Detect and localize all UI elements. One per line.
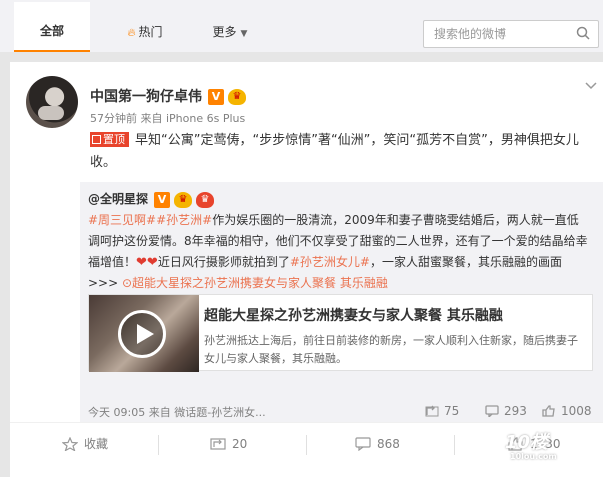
search-placeholder: 搜索他的微博 [434,27,507,41]
repost-icon [210,438,226,450]
video-card[interactable]: 超能大星探之孙艺洲携妻女与家人聚餐 其乐融融 孙艺洲抵达上海后，前往日前装修的新… [88,294,593,372]
favorite-button[interactable]: 收藏 [62,437,108,451]
author-name[interactable]: 中国第一狗仔卓伟 [90,89,202,105]
repost-icon [425,405,439,417]
tab-hot[interactable]: 🔥︎ 热门 [110,0,180,52]
chevron-down-icon: ▼ [240,29,248,39]
post-text: 置顶 早知“公寓”定莺俦，“步步惊情”著“仙洲”，笑问“孤芳不自赏”，男神俱把女儿… [90,130,590,174]
topic-link[interactable]: #孙艺洲# [156,213,212,227]
tab-hot-label: 热门 [138,25,163,39]
post-body: 早知“公寓”定莺俦，“步步惊情”著“仙洲”，笑问“孤芳不自赏”，男神俱把女儿收。 [90,133,579,170]
repost-body: ，一家人甜蜜聚餐，其乐融融的画面 [369,255,562,269]
repost-footer[interactable]: 今天 09:05 来自 微话题-孙艺洲女... [88,404,266,420]
repost-count: 20 [232,437,248,451]
flame-icon: 🔥︎ [127,26,136,39]
verified-badge-icon: V [154,191,171,208]
topic-link[interactable]: #孙艺洲女儿# [290,255,370,269]
repost-body: 近日风行摄影师就拍到了 [157,255,290,269]
repost-text: #周三见啊##孙艺洲#作为娱乐圈的一股清流，2009年和妻子曹晓雯结婚后，两人就… [88,210,588,294]
member-level-icon: ♛ [196,191,215,208]
weibo-post-card: 中国第一狗仔卓伟 V ♛ 57分钟前 来自 iPhone 6s Plus 置顶 早知“… [10,62,603,477]
reposted-weibo: @全明星探 V ♛ ♛ #周三见啊##孙艺洲#作为娱乐圈的一股清流，2009年和妻子曹… [80,182,603,452]
pinned-badge: 置顶 [90,132,129,147]
video-link-icon: ⊙ [121,276,133,290]
star-icon [62,437,78,451]
divider [158,435,159,455]
favorite-label: 收藏 [84,437,109,451]
repost-author[interactable]: @全明星探 V ♛ ♛ [88,190,215,208]
avatar[interactable] [26,76,78,128]
comment-count: 868 [377,437,400,451]
member-crown-icon: ♛ [228,89,246,105]
video-link[interactable]: 超能大星探之孙艺洲携妻女与家人聚餐 其乐融融 [132,276,388,290]
repost-button[interactable]: 20 [210,437,247,451]
watermark-logo: 10楼 10lou.com [505,428,575,466]
tab-all[interactable]: 全部 [14,2,90,52]
divider [306,435,307,455]
pinned-label: 置顶 [103,133,125,146]
comment-icon [355,437,371,451]
repost-repost-count[interactable]: 75 [425,404,459,418]
watermark-text: 10楼 [505,432,549,453]
watermark-url: 10lou.com [510,452,557,461]
video-card-title[interactable]: 超能大星探之孙艺洲携妻女与家人聚餐 其乐融融 [204,305,503,325]
tab-more[interactable]: 更多 ▼ [200,0,260,52]
like-count: 1008 [561,404,592,418]
tab-more-label: 更多 [212,25,237,39]
pin-icon [92,135,101,144]
top-nav-bar: 全部 🔥︎ 热门 更多 ▼ 搜索他的微博 [0,0,603,52]
play-icon[interactable] [118,310,166,358]
thumbs-up-icon [542,405,555,417]
search-icon[interactable] [576,26,590,40]
divider [454,435,455,455]
heart-icon: ❤❤ [136,255,158,270]
repost-like-count[interactable]: 1008 [542,404,592,418]
search-input[interactable]: 搜索他的微博 [423,20,599,48]
member-crown-icon: ♛ [174,191,193,208]
post-menu-chevron-icon[interactable] [585,82,597,90]
topic-link[interactable]: #周三见啊# [88,213,156,227]
repost-count: 75 [444,404,460,418]
video-thumbnail[interactable] [89,295,199,372]
video-card-desc: 孙艺洲抵达上海后，前往日前装修的新房，一家人顺利入住新家，随后携妻子女儿与家人聚… [204,334,578,365]
post-meta: 57分钟前 来自 iPhone 6s Plus [90,112,246,125]
verified-badge-icon: V [208,89,224,105]
post-author[interactable]: 中国第一狗仔卓伟 V ♛ [90,86,246,106]
comment-count: 293 [504,404,527,418]
comment-icon [485,405,499,417]
more-arrows: >>> [88,276,122,290]
repost-comment-count[interactable]: 293 [485,404,527,418]
tab-all-label: 全部 [39,24,64,38]
comment-button[interactable]: 868 [355,437,400,451]
repost-author-name[interactable]: @全明星探 [88,192,148,206]
